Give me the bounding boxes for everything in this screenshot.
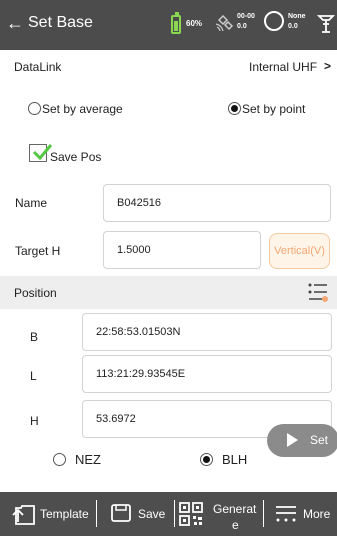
- position-label: Position: [14, 286, 57, 300]
- device-icon[interactable]: [317, 12, 335, 34]
- set-button[interactable]: Set: [267, 424, 337, 457]
- blh-radio[interactable]: [200, 453, 213, 466]
- save-label: Save: [138, 507, 166, 521]
- generate-button[interactable]: Generat e: [177, 492, 263, 536]
- qr-code-icon: [179, 502, 203, 526]
- generate-label-line2: e: [232, 518, 239, 532]
- target-height-input[interactable]: 1.5000: [103, 231, 261, 269]
- list-settings-icon[interactable]: [308, 281, 328, 303]
- battery-percent: 60%: [186, 19, 203, 28]
- more-icon: [276, 506, 296, 522]
- more-button[interactable]: More: [271, 492, 337, 536]
- generate-label-line1: Generat: [213, 502, 257, 516]
- bottom-separator: [96, 500, 97, 527]
- save-button[interactable]: Save: [106, 492, 174, 536]
- template-icon: [12, 505, 35, 525]
- position-header: Position: [0, 276, 337, 309]
- satellite-icon: [215, 14, 234, 32]
- save-icon: [111, 504, 131, 522]
- h-label: H: [30, 414, 39, 428]
- l-label: L: [30, 369, 37, 383]
- nez-radio[interactable]: [53, 453, 66, 466]
- bottom-toolbar: Template Save Generat e More: [0, 492, 337, 536]
- battery-icon: [171, 12, 181, 34]
- more-label: More: [303, 507, 331, 521]
- save-pos-checkbox[interactable]: [29, 144, 53, 162]
- template-button[interactable]: Template: [0, 492, 98, 536]
- b-label: B: [30, 330, 39, 344]
- datalink-label: DataLink: [14, 60, 62, 74]
- satellite-age: 0.0: [237, 23, 247, 30]
- b-input[interactable]: 22:58:53.01503N: [82, 313, 332, 351]
- datalink-row[interactable]: DataLink Internal UHF >: [0, 50, 337, 87]
- name-input[interactable]: B042516: [103, 184, 331, 222]
- set-by-average-label[interactable]: Set by average: [42, 102, 123, 116]
- solution-age: 0.0: [288, 23, 298, 30]
- app-header: ← Set Base 60% 00-00 0.0 None 0.0: [0, 0, 337, 50]
- datalink-value: Internal UHF: [249, 60, 318, 74]
- satellite-count: 00-00: [237, 13, 255, 20]
- page-title: Set Base: [28, 14, 93, 31]
- set-button-label: Set: [310, 433, 329, 447]
- vertical-button[interactable]: Vertical(V): [269, 233, 330, 269]
- target-height-label: Target H: [15, 244, 61, 258]
- set-by-point-label[interactable]: Set by point: [242, 102, 305, 116]
- play-icon: [287, 433, 298, 447]
- set-by-point-radio[interactable]: [228, 102, 241, 115]
- back-arrow-icon[interactable]: ←: [6, 14, 24, 32]
- name-label: Name: [15, 196, 48, 210]
- bottom-separator: [263, 500, 264, 527]
- save-pos-label[interactable]: Save Pos: [50, 150, 101, 164]
- bottom-separator: [174, 500, 175, 527]
- nez-label[interactable]: NEZ: [75, 453, 101, 467]
- set-by-average-radio[interactable]: [28, 102, 41, 115]
- blh-label[interactable]: BLH: [222, 453, 247, 467]
- chevron-right-icon: >: [324, 59, 332, 73]
- template-label: Template: [40, 507, 89, 521]
- l-input[interactable]: 113:21:29.93545E: [82, 355, 332, 393]
- mode-row: Set by average Set by point: [0, 87, 337, 129]
- solution-status: None: [288, 13, 306, 20]
- solution-circle-icon: [264, 11, 284, 31]
